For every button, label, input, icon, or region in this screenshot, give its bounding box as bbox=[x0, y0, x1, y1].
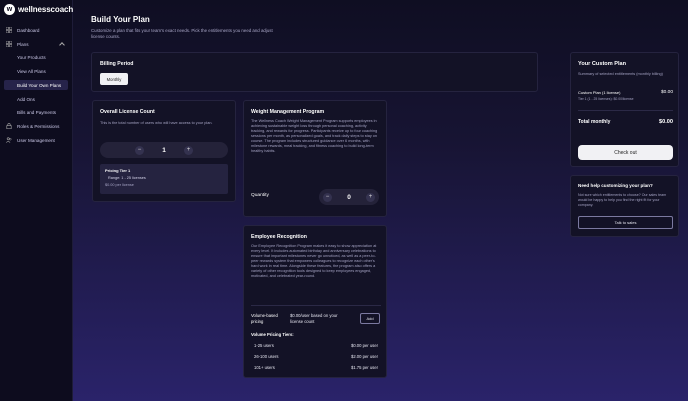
summary-total-label: Total monthly bbox=[578, 119, 611, 125]
custom-plan-summary-card: Your Custom Plan Summary of selected ent… bbox=[570, 52, 679, 167]
sidebar-item-bills-and-payments[interactable]: Bills and Payments bbox=[4, 107, 68, 117]
summary-title: Your Custom Plan bbox=[578, 61, 627, 67]
sidebar-item-label: Plans bbox=[17, 41, 29, 47]
sidebar-item-your-products[interactable]: Your Products bbox=[4, 52, 68, 62]
tier-price: $1.75 per user bbox=[350, 365, 378, 370]
summary-line-name: Custom Plan (1 license) bbox=[578, 90, 621, 95]
sidebar-item-label: Build Your Own Plans bbox=[17, 82, 62, 88]
add-recognition-button[interactable]: Add bbox=[360, 313, 380, 324]
quantity-value[interactable]: 0 bbox=[332, 194, 366, 201]
tier-users: 1-25 users bbox=[254, 343, 274, 348]
quantity-stepper: − 0 + bbox=[319, 189, 379, 205]
pricing-tier-box: Pricing Tier 1 Range: 1 - 25 licenses $0… bbox=[100, 164, 228, 194]
billing-period-card: Billing Period Monthly bbox=[91, 52, 538, 92]
license-count-description: This is the total number of users who wi… bbox=[100, 121, 213, 125]
sidebar-item-build-your-own-plans[interactable]: Build Your Own Plans bbox=[4, 80, 68, 90]
quantity-label: Quantity bbox=[251, 193, 269, 198]
sidebar: w wellnesscoach Dashboard Plans Your Pro… bbox=[0, 0, 73, 401]
employee-recognition-title: Employee Recognition bbox=[251, 234, 307, 240]
sidebar-item-dashboard[interactable]: Dashboard bbox=[4, 25, 68, 35]
help-description: Not sure which entitlements to choose? O… bbox=[578, 193, 667, 207]
talk-to-sales-button[interactable]: Talk to sales bbox=[578, 216, 673, 229]
sidebar-item-label: View All Plans bbox=[17, 68, 46, 74]
sidebar-item-roles-permissions[interactable]: Roles & Permissions bbox=[4, 121, 68, 131]
volume-pricing-value: $0.00/user based on your license count bbox=[290, 313, 338, 324]
weight-management-title: Weight Management Program bbox=[251, 109, 325, 115]
dashboard-icon bbox=[5, 26, 13, 34]
tier-price: $2.00 per user bbox=[350, 354, 378, 359]
chevron-up-icon bbox=[59, 42, 65, 48]
sidebar-item-label: Roles & Permissions bbox=[17, 123, 60, 129]
summary-line-price: $0.00 bbox=[660, 90, 673, 95]
quantity-increment-button[interactable]: + bbox=[366, 192, 375, 202]
brand-name: wellnesscoach bbox=[18, 5, 74, 14]
summary-line: Custom Plan (1 license) $0.00 bbox=[578, 90, 673, 95]
help-title: Need help customizing your plan? bbox=[578, 183, 653, 188]
pricing-tier-range: Range: 1 - 25 licenses bbox=[108, 176, 146, 180]
volume-tiers-heading: Volume Pricing Tiers: bbox=[251, 332, 294, 337]
billing-period-title: Billing Period bbox=[100, 61, 134, 67]
lock-icon bbox=[6, 123, 12, 130]
license-increment-button[interactable]: + bbox=[184, 145, 193, 155]
license-count-title: Overall License Count bbox=[100, 109, 155, 115]
pricing-tier-title: Pricing Tier 1 bbox=[105, 168, 131, 173]
license-count-value[interactable]: 1 bbox=[144, 147, 184, 154]
license-stepper: − 1 + bbox=[100, 142, 228, 158]
tier-price: $0.00 per user bbox=[350, 343, 378, 348]
summary-total: Total monthly $0.00 bbox=[578, 119, 673, 125]
users-icon bbox=[6, 137, 12, 143]
divider bbox=[251, 305, 381, 306]
tier-row: 1-25 users $0.00 per user bbox=[254, 343, 378, 348]
billing-monthly-button[interactable]: Monthly bbox=[100, 73, 128, 85]
summary-subtitle: Summary of selected entitlements (monthl… bbox=[578, 72, 663, 76]
tier-users: 26-100 users bbox=[254, 354, 279, 359]
divider bbox=[578, 110, 673, 111]
sidebar-item-user-management[interactable]: User Management bbox=[4, 135, 68, 145]
page-subtitle: Customize a plan that fits your team's e… bbox=[91, 28, 273, 39]
volume-pricing-label: Volume-based pricing bbox=[251, 313, 278, 324]
tier-row: 101+ users $1.75 per user bbox=[254, 365, 378, 370]
sidebar-item-label: Dashboard bbox=[17, 27, 40, 33]
summary-line-detail: Tier 1 (1 - 25 licenses): $0.00/license bbox=[578, 97, 634, 101]
summary-total-value: $0.00 bbox=[659, 119, 673, 125]
sidebar-item-label: User Management bbox=[17, 137, 55, 143]
checkout-button[interactable]: Check out bbox=[578, 145, 673, 160]
brand-logo[interactable]: w wellnesscoach bbox=[4, 4, 73, 15]
sidebar-item-label: Bills and Payments bbox=[17, 109, 57, 115]
license-decrement-button[interactable]: − bbox=[135, 145, 144, 155]
sidebar-item-label: Your Products bbox=[17, 54, 46, 60]
sidebar-item-label: Add Ons bbox=[17, 96, 35, 102]
sidebar-item-plans[interactable]: Plans bbox=[4, 39, 68, 49]
pricing-tier-price: $0.00 per license bbox=[105, 183, 134, 187]
employee-recognition-card: Employee Recognition Our Employee Recogn… bbox=[243, 225, 387, 378]
weight-management-card: Weight Management Program The Wellness C… bbox=[243, 100, 387, 217]
license-count-card: Overall License Count This is the total … bbox=[92, 100, 236, 202]
employee-recognition-description: Our Employee Recognition Program makes i… bbox=[251, 244, 377, 278]
grid-icon bbox=[5, 40, 13, 48]
weight-management-description: The Wellness Coach Weight Management Pro… bbox=[251, 119, 378, 153]
tier-users: 101+ users bbox=[254, 365, 275, 370]
help-card: Need help customizing your plan? Not sur… bbox=[570, 175, 679, 237]
logo-icon: w bbox=[4, 4, 15, 15]
quantity-decrement-button[interactable]: − bbox=[323, 192, 332, 202]
tier-row: 26-100 users $2.00 per user bbox=[254, 354, 378, 359]
sidebar-item-add-ons[interactable]: Add Ons bbox=[4, 94, 68, 104]
page-title: Build Your Plan bbox=[91, 15, 150, 24]
sidebar-item-view-all-plans[interactable]: View All Plans bbox=[4, 66, 68, 76]
